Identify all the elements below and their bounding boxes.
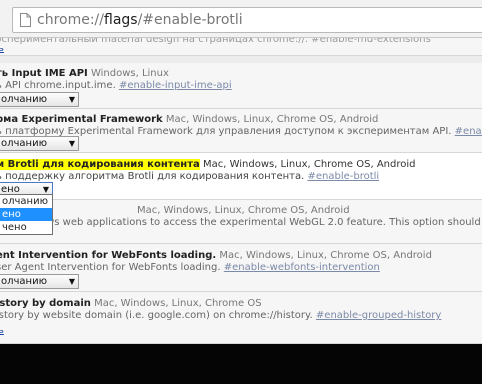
experiment-platforms: Mac, Windows, Linux, Chrome OS, Android <box>165 114 379 125</box>
experiment-platforms: Mac, Windows, Linux, Chrome OS <box>94 298 262 309</box>
chevron-down-icon: ▼ <box>68 277 75 286</box>
flags-page: эспериментальный material design на стра… <box>0 38 482 344</box>
experiment-platforms: Mac, Windows, Linux, Chrome OS, Android <box>202 159 416 170</box>
url-field[interactable]: chrome://flags/#enable-brotli <box>12 7 482 33</box>
experiment-title: рма Experimental Framework <box>0 114 163 125</box>
experiment-input-ime-api: ть Input IME API Windows, Linux ь API ch… <box>0 63 482 109</box>
experiment-title: istory by domain <box>0 298 91 309</box>
dropdown-option-disabled[interactable]: чено <box>0 221 52 234</box>
experiment-platforms: Mac, Windows, Linux, Chrome OS, Android <box>137 205 350 216</box>
experiment-description: ь поддержку алгоритма Brotli для кодиров… <box>0 171 305 182</box>
experiment-anchor-link[interactable]: #enable-experimental-framework <box>455 126 482 137</box>
experiment-anchor-link[interactable]: #enable-brotli <box>307 171 379 182</box>
select-value: олчанию <box>1 276 48 287</box>
experiment-webgl2: Mac, Windows, Linux, Chrome OS, Android … <box>0 200 482 244</box>
select-dropdown-list: олчанию ено чено <box>0 194 53 235</box>
page-icon <box>20 13 31 27</box>
experiment-title: ть Input IME API <box>0 68 88 79</box>
experiment-description: istory by website domain (i.e. google.co… <box>0 310 313 321</box>
experiment-webfonts-intervention: ent Intervention for WebFonts loading. M… <box>0 244 482 292</box>
experiment-title: м Brotli для кодирования контента <box>0 159 200 170</box>
experiment-select[interactable]: олчанию ▼ <box>0 136 79 151</box>
experiment-platforms: Mac, Windows, Linux, Chrome OS, Android <box>219 250 432 261</box>
experiment-anchor-link[interactable]: #enable-webfonts-intervention <box>224 262 380 273</box>
experiment-experimental-framework: рма Experimental Framework Mac, Windows,… <box>0 109 482 153</box>
dropdown-option-enabled[interactable]: ено <box>0 208 52 221</box>
experiment-anchor-link[interactable]: #enable-input-ime-api <box>119 80 232 91</box>
experiment-md-extensions: эспериментальный material design на стра… <box>0 38 482 56</box>
enable-link[interactable]: ь <box>0 324 4 337</box>
experiment-select[interactable]: олчанию ▼ <box>0 274 79 289</box>
experiment-description: ь API chrome.input.ime. <box>0 80 116 91</box>
select-value: олчанию <box>1 94 48 105</box>
select-value: олчанию <box>1 138 48 149</box>
address-bar: chrome://flags/#enable-brotli <box>0 0 482 38</box>
url-text: chrome://flags/#enable-brotli <box>37 12 243 28</box>
experiment-anchor-link[interactable]: #enable-grouped-history <box>316 310 441 321</box>
experiment-description: ows web applications to access the exper… <box>40 217 482 228</box>
experiment-title: ent Intervention for WebFonts loading. <box>0 250 217 261</box>
chevron-down-icon: ▼ <box>68 139 75 148</box>
experiment-platforms: Windows, Linux <box>90 68 169 79</box>
experiment-description: эспериментальный material design на стра… <box>0 38 431 45</box>
experiment-grouped-history: istory by domain Mac, Windows, Linux, Ch… <box>0 292 482 344</box>
chevron-down-icon: ▼ <box>68 95 75 104</box>
experiment-select[interactable]: олчанию ▼ <box>0 92 79 107</box>
desktop-background <box>0 344 482 384</box>
enable-link[interactable]: ь <box>0 42 4 55</box>
experiment-description: ser Agent Intervention for WebFonts load… <box>0 262 221 273</box>
experiment-brotli: м Brotli для кодирования контента Mac, W… <box>0 153 482 200</box>
dropdown-option-default[interactable]: олчанию <box>0 195 52 208</box>
